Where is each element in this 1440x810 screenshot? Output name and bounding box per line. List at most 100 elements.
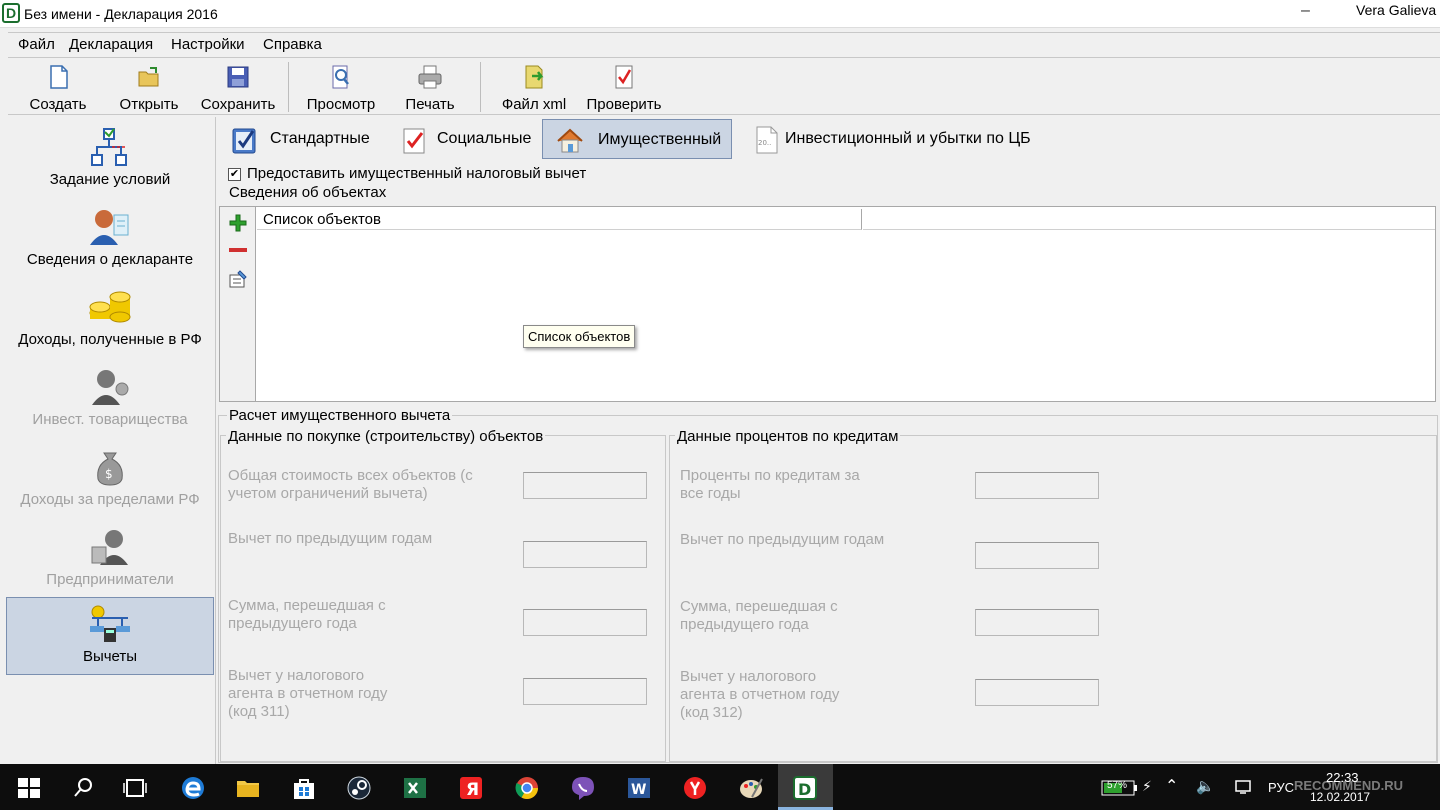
create-label: Создать xyxy=(29,96,87,113)
floppy-disk-icon xyxy=(225,64,251,90)
checkbox-label: Предоставить имущественный налоговый выч… xyxy=(247,165,587,182)
app-logo-icon: D xyxy=(2,3,20,23)
paint-icon[interactable] xyxy=(738,775,764,801)
sidebar-item-income-rf[interactable]: Доходы, полученные в РФ xyxy=(6,281,214,359)
tab-property[interactable]: Имущественный xyxy=(542,119,732,159)
xml-file-button[interactable]: Файл xml xyxy=(494,60,574,116)
sidebar-label: Сведения о декларанте xyxy=(26,251,194,268)
prev-years-deduction-input[interactable] xyxy=(523,541,647,568)
deductions-icon xyxy=(88,604,132,644)
print-label: Печать xyxy=(405,96,455,113)
check-document-icon xyxy=(611,64,637,90)
objects-tooltip: Список объектов xyxy=(523,325,636,348)
sidebar-item-entrepreneurs[interactable]: Предприниматели xyxy=(6,521,214,599)
power-plug-icon: ⚡ xyxy=(1142,778,1152,794)
viber-icon[interactable] xyxy=(570,775,596,801)
sidebar: Задание условий Сведения о декларанте До… xyxy=(4,117,216,764)
declaration-app-icon[interactable]: D xyxy=(792,775,818,801)
tab-investment[interactable]: 20.. Инвестиционный и убытки по ЦБ xyxy=(740,119,1060,159)
search-icon[interactable] xyxy=(70,775,96,801)
yandex-icon[interactable] xyxy=(682,775,708,801)
sidebar-label: Вычеты xyxy=(82,648,138,665)
check-label: Проверить xyxy=(586,96,662,113)
language-indicator[interactable]: РУС xyxy=(1268,780,1294,795)
word-icon[interactable]: W xyxy=(626,775,652,801)
open-button[interactable]: Открыть xyxy=(110,60,188,116)
house-icon xyxy=(555,126,585,156)
sidebar-label: Доходы, полученные в РФ xyxy=(18,331,202,348)
recommend-watermark: RECOMMEND.RU xyxy=(1294,778,1404,793)
sidebar-item-deductions[interactable]: Вычеты xyxy=(6,597,214,675)
svg-text:20..: 20.. xyxy=(758,139,771,147)
menu-settings[interactable]: Настройки xyxy=(171,36,245,53)
preview-magnifier-icon xyxy=(328,64,354,90)
objects-list-panel: Список объектов xyxy=(219,206,1436,402)
volume-icon[interactable]: 🔈 xyxy=(1196,777,1215,795)
tab-label: Стандартные xyxy=(270,130,370,147)
sidebar-item-conditions[interactable]: Задание условий xyxy=(6,121,214,199)
credit-interest-input[interactable] xyxy=(975,472,1099,499)
print-button[interactable]: Печать xyxy=(392,60,468,116)
chrome-icon[interactable] xyxy=(514,775,540,801)
credit-prev-years-label: Вычет по предыдущим годам xyxy=(680,531,885,548)
preview-label: Просмотр xyxy=(306,96,376,113)
credit-carried-over-label: Сумма, перешедшая с предыдущего года xyxy=(680,598,838,633)
edge-browser-icon[interactable] xyxy=(180,775,206,801)
yandex-browser-icon[interactable]: Я xyxy=(458,775,484,801)
xml-file-label: Файл xml xyxy=(501,96,567,113)
minimize-button[interactable]: – xyxy=(1301,2,1310,20)
menu-file[interactable]: Файл xyxy=(18,36,55,53)
new-document-icon xyxy=(45,64,71,90)
file-explorer-icon[interactable] xyxy=(235,775,261,801)
agent-deduction-311-label: Вычет у налогового агента в отчетном год… xyxy=(228,667,388,720)
toolbar-separator xyxy=(288,62,289,112)
checkbox-checked[interactable]: ✔ xyxy=(228,168,241,181)
document-icon: 20.. xyxy=(752,125,782,155)
check-button[interactable]: Проверить xyxy=(580,60,668,116)
remove-object-icon[interactable] xyxy=(228,243,248,255)
steam-icon[interactable] xyxy=(346,775,372,801)
menu-help[interactable]: Справка xyxy=(263,36,322,53)
total-cost-input[interactable] xyxy=(523,472,647,499)
battery-percent: 57% xyxy=(1107,780,1128,791)
chevron-up-icon[interactable]: ⌃ xyxy=(1165,776,1178,796)
window-title: Без имени - Декларация 2016 xyxy=(24,6,218,22)
network-icon[interactable] xyxy=(1234,778,1254,796)
excel-icon[interactable] xyxy=(402,775,428,801)
task-view-icon[interactable] xyxy=(122,775,148,801)
credit-interest-label: Проценты по кредитам за все годы xyxy=(680,467,860,502)
investment-icon xyxy=(88,367,132,407)
objects-column-header[interactable]: Список объектов xyxy=(257,209,862,230)
save-button[interactable]: Сохранить xyxy=(196,60,280,116)
menu-declaration[interactable]: Декларация xyxy=(69,36,153,53)
agent-deduction-311-input[interactable] xyxy=(523,678,647,705)
svg-text:Я: Я xyxy=(466,780,479,800)
taskbar: Я W D 57% ⚡ ⌃ 🔈 РУС 22:33 12.02.2017 REC… xyxy=(0,764,1440,810)
user-name: Vera Galieva xyxy=(1356,2,1437,18)
sidebar-item-income-abroad[interactable]: $ Доходы за пределами РФ xyxy=(6,441,214,519)
windows-start-icon[interactable] xyxy=(16,775,42,801)
store-icon[interactable] xyxy=(291,775,317,801)
open-folder-icon xyxy=(136,64,162,90)
add-object-icon[interactable] xyxy=(228,213,248,233)
credit-prev-years-input[interactable] xyxy=(975,542,1099,569)
carried-over-input[interactable] xyxy=(523,609,647,636)
calc-group-title: Расчет имущественного вычета xyxy=(227,407,453,424)
agent-deduction-312-input[interactable] xyxy=(975,679,1099,706)
conditions-icon xyxy=(88,127,132,167)
entrepreneur-icon xyxy=(88,527,132,567)
prev-years-deduction-label: Вычет по предыдущим годам xyxy=(228,530,433,547)
svg-text:$: $ xyxy=(105,467,113,481)
credit-carried-over-input[interactable] xyxy=(975,609,1099,636)
create-button[interactable]: Создать xyxy=(20,60,96,116)
tab-social[interactable]: Социальные xyxy=(388,119,538,159)
objects-group-title: Сведения об объектах xyxy=(227,184,389,201)
tab-standard[interactable]: Стандартные xyxy=(218,119,378,159)
property-deduction-checkbox[interactable]: ✔ Предоставить имущественный налоговый вы… xyxy=(228,165,586,182)
title-bar: D Без имени - Декларация 2016 – Vera Gal… xyxy=(0,0,1440,28)
edit-object-icon[interactable] xyxy=(228,269,248,289)
preview-button[interactable]: Просмотр xyxy=(300,60,382,116)
sidebar-item-declarant[interactable]: Сведения о декларанте xyxy=(6,201,214,279)
sidebar-item-invest-partnership[interactable]: Инвест. товарищества xyxy=(6,361,214,439)
sidebar-label: Предприниматели xyxy=(46,571,174,588)
